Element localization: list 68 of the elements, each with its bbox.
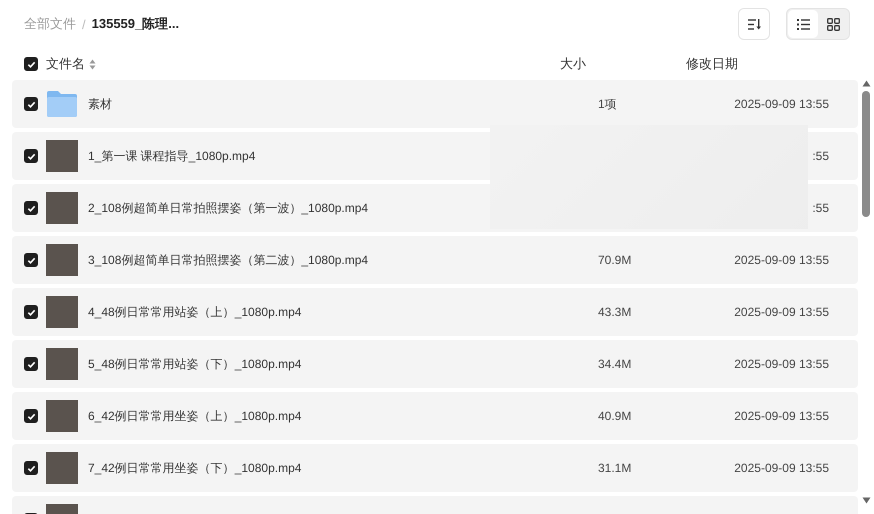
check-icon: [26, 412, 36, 420]
file-size: 34.4M: [598, 357, 632, 371]
photo-placeholder: [46, 348, 78, 380]
modified-date: 2025-09-09 13:55: [733, 357, 829, 371]
folder-icon: [46, 90, 78, 118]
file-name: 3_108例超简单日常拍照摆姿（第二波）_1080p.mp4: [88, 252, 370, 268]
modified-date: 2025-09-09 13:55: [733, 305, 829, 319]
file-row[interactable]: 6_42例日常常用坐姿（上）_1080p.mp4 40.9M 2025-09-09 13:55: [12, 392, 858, 440]
file-row[interactable]: 4_48例日常常用站姿（上）_1080p.mp4 43.3M 2025-09-09 13:55: [12, 288, 858, 336]
modified-date: :55: [811, 201, 829, 215]
file-name: 1_第一课 课程指导_1080p.mp4: [88, 148, 256, 164]
column-header[interactable]: 文件名: [46, 55, 96, 73]
checkbox[interactable]: [24, 201, 38, 215]
check-icon: [26, 60, 36, 68]
column-header[interactable]: 大小: [560, 55, 586, 73]
checkbox[interactable]: [24, 409, 38, 423]
sort-icon: [748, 18, 760, 30]
photo-placeholder: [46, 244, 78, 276]
photo-placeholder: [46, 192, 78, 224]
scroll-up-icon[interactable]: [862, 80, 870, 87]
checkbox[interactable]: [24, 57, 38, 71]
checkbox[interactable]: [24, 149, 38, 163]
file-size: 43.3M: [598, 305, 632, 319]
checkbox[interactable]: [24, 357, 38, 371]
photo-placeholder: [46, 452, 78, 484]
checkbox[interactable]: [24, 305, 38, 319]
modified-date: 2025-09-09 13:55: [733, 253, 829, 267]
modified-date: :55: [811, 149, 829, 163]
scrollbar-thumb[interactable]: [862, 91, 870, 217]
file-row[interactable]: 3_108例超简单日常拍照摆姿（第二波）_1080p.mp4 70.9M 2025-09-09 13:55: [12, 236, 858, 284]
checkbox[interactable]: [24, 253, 38, 267]
file-row[interactable]: 5_48例日常常用站姿（下）_1080p.mp4 34.4M 2025-09-09 13:55: [12, 340, 858, 388]
modified-date: 2025-09-09 13:55: [733, 97, 829, 111]
file-size: 1项: [598, 96, 618, 112]
file-size: 70.9M: [598, 253, 632, 267]
scroll-down-icon[interactable]: [862, 497, 870, 504]
file-name: 7_42例日常常用坐姿（下）_1080p.mp4: [88, 460, 302, 476]
photo-placeholder: [46, 296, 78, 328]
file-name: 4_48例日常常用站姿（上）_1080p.mp4: [88, 304, 302, 320]
check-icon: [26, 464, 36, 472]
check-icon: [26, 308, 36, 316]
list-icon: [796, 18, 810, 30]
breadcrumb-item: 135559_陈理...: [92, 15, 180, 33]
modified-date: 2025-09-09 13:55: [733, 461, 829, 475]
check-icon: [26, 360, 36, 368]
modified-date: 2025-09-09 13:55: [733, 409, 829, 423]
file-row[interactable]: 7_42例日常常用坐姿（下）_1080p.mp4 31.1M 2025-09-09 13:55: [12, 444, 858, 492]
photo-placeholder: [46, 140, 78, 172]
sort-button[interactable]: [738, 8, 770, 40]
file-name: 素材: [88, 96, 113, 112]
check-icon: [26, 204, 36, 212]
check-icon: [26, 152, 36, 160]
file-name: 5_48例日常常用站姿（下）_1080p.mp4: [88, 356, 302, 372]
checkbox[interactable]: [24, 97, 38, 111]
grid-icon: [826, 18, 840, 30]
checkbox[interactable]: [24, 461, 38, 475]
file-size: 31.1M: [598, 461, 632, 475]
breadcrumb-separator: /: [82, 16, 86, 32]
file-row[interactable]: 素材 1项 2025-09-09 13:55: [12, 80, 858, 128]
file-name: 2_108例超简单日常拍照摆姿（第一波）_1080p.mp4: [88, 200, 370, 216]
photo-placeholder: [46, 400, 78, 432]
check-icon: [26, 256, 36, 264]
check-icon: [26, 100, 36, 108]
file-name: 6_42例日常常用坐姿（上）_1080p.mp4: [88, 408, 302, 424]
column-header[interactable]: 修改日期: [686, 55, 738, 73]
file-size: 40.9M: [598, 409, 632, 423]
sort-arrows-icon[interactable]: [89, 58, 96, 70]
list-view-button[interactable]: [788, 10, 818, 38]
